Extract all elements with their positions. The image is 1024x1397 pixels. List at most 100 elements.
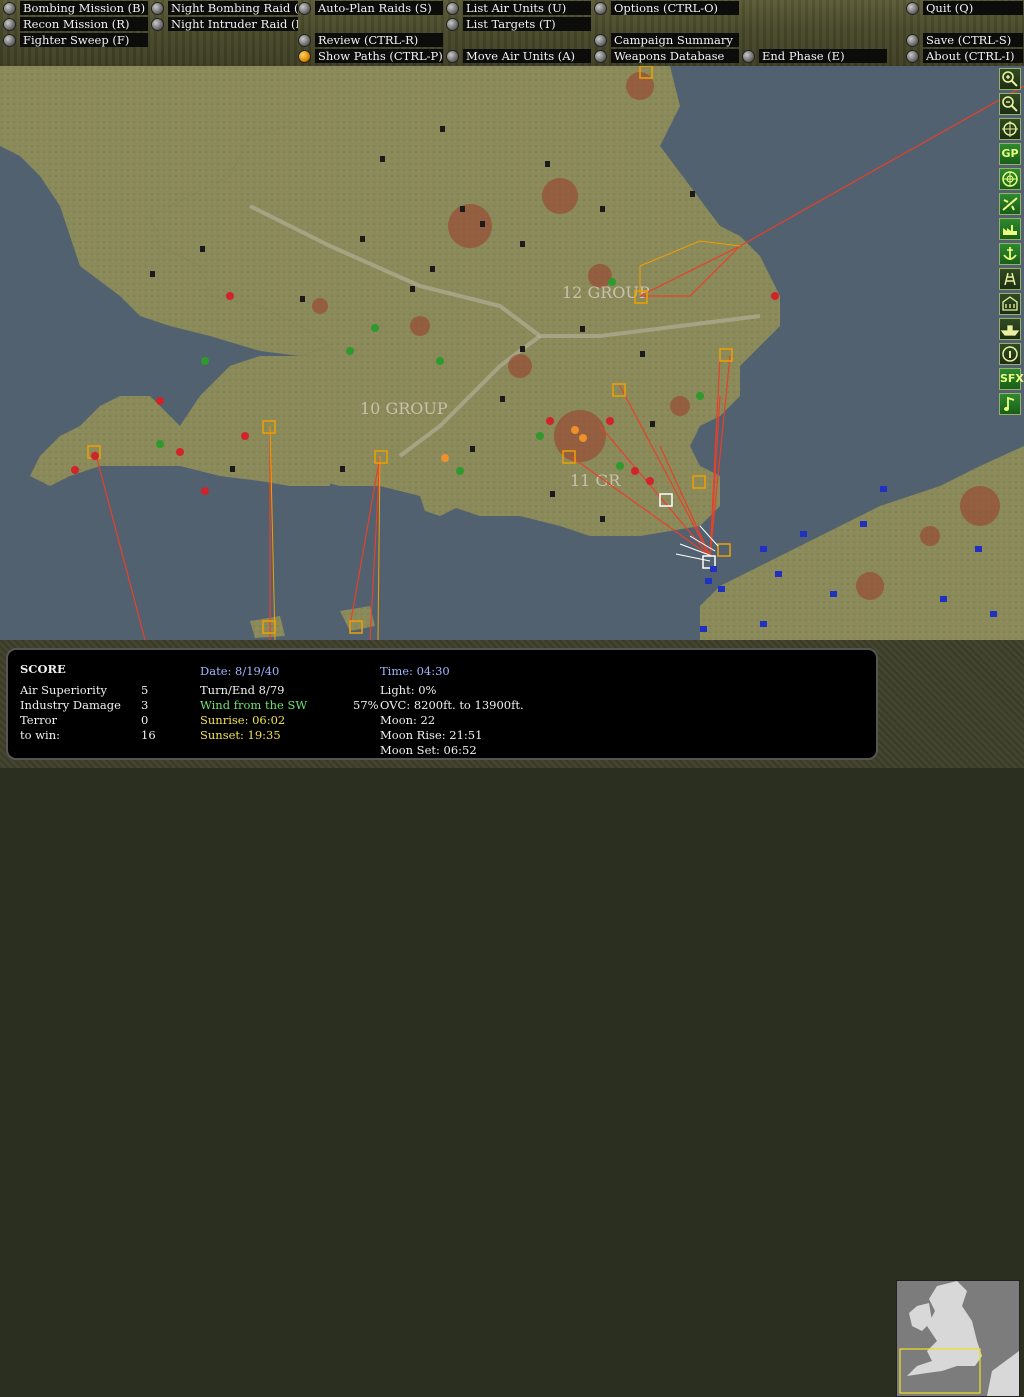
aircraft-icon: [1002, 197, 1018, 211]
anchor-icon: [1003, 247, 1017, 260]
save-button[interactable]: Save (CTRL-S): [906, 33, 1023, 47]
sfx-label: SFX: [1000, 372, 1024, 385]
fighter-sweep-button[interactable]: Fighter Sweep (F): [3, 33, 148, 47]
turn-text: Turn/End 8/79: [200, 683, 285, 697]
list-targets-label: List Targets (T): [463, 17, 591, 31]
quit-label: Quit (Q): [923, 1, 1023, 15]
city-toggle-button[interactable]: [999, 293, 1021, 315]
bombing-mission-label: Bombing Mission (B): [20, 1, 148, 15]
campaign-summary-label: Campaign Summary: [611, 33, 739, 47]
rail-toggle-button[interactable]: [999, 268, 1021, 290]
gp-toggle-button[interactable]: GP: [999, 143, 1021, 165]
campaign-map[interactable]: 12 GROUP 10 GROUP 11 GR: [0, 66, 1024, 640]
fighter-sweep-label: Fighter Sweep (F): [20, 33, 148, 47]
radar-icon: [1002, 171, 1018, 187]
list-air-units-label: List Air Units (U): [463, 1, 591, 15]
terror-label: Terror: [20, 713, 57, 727]
show-paths-button[interactable]: Show Paths (CTRL-P): [298, 49, 443, 63]
industry-damage-label: Industry Damage: [20, 698, 121, 712]
indicator-light-icon: [594, 1, 607, 15]
list-air-units-button[interactable]: List Air Units (U): [446, 1, 591, 15]
music-note-icon: [1004, 396, 1015, 411]
zoom-in-button[interactable]: [999, 68, 1021, 90]
status-area: SCORE Air Superiority 5 Industry Damage …: [0, 640, 1024, 1397]
light-text: Light: 0%: [380, 683, 437, 697]
options-label: Options (CTRL-O): [611, 1, 739, 15]
cloud-percent-text: 57%: [353, 698, 379, 712]
port-toggle-button[interactable]: [999, 243, 1021, 265]
end-phase-label: End Phase (E): [759, 49, 887, 63]
night-bombing-raid-label: Night Bombing Raid (N): [168, 1, 298, 15]
night-intruder-raid-button[interactable]: Night Intruder Raid (I): [151, 17, 298, 31]
indicator-light-icon: [906, 1, 919, 15]
move-air-units-button[interactable]: Move Air Units (A): [446, 49, 591, 63]
save-label: Save (CTRL-S): [923, 33, 1023, 47]
moon-text: Moon: 22: [380, 713, 436, 727]
crosshair-icon: [1002, 121, 1018, 137]
recon-mission-button[interactable]: Recon Mission (R): [3, 17, 148, 31]
to-win-value: 16: [141, 728, 156, 742]
weapons-database-label: Weapons Database: [611, 49, 739, 63]
zoom-out-button[interactable]: [999, 93, 1021, 115]
gp-label: GP: [1001, 147, 1019, 160]
music-toggle-button[interactable]: [999, 393, 1021, 415]
air-superiority-label: Air Superiority: [20, 683, 107, 697]
weapons-database-button[interactable]: Weapons Database: [594, 49, 739, 63]
auto-plan-raids-button[interactable]: Auto-Plan Raids (S): [298, 1, 443, 15]
indicator-light-icon: [594, 49, 607, 63]
campaign-summary-button[interactable]: Campaign Summary: [594, 33, 739, 47]
factory-toggle-button[interactable]: [999, 218, 1021, 240]
indicator-light-icon: [298, 33, 311, 47]
indicator-light-icon: [3, 1, 16, 15]
map-label-10-group: 10 GROUP: [360, 399, 448, 418]
about-button[interactable]: About (CTRL-I): [906, 49, 1023, 63]
sunset-text: Sunset: 19:35: [200, 728, 281, 742]
info-icon: [1002, 346, 1018, 362]
building-icon: [1002, 296, 1018, 311]
night-bombing-raid-button[interactable]: Night Bombing Raid (N): [151, 1, 298, 15]
quit-button[interactable]: Quit (Q): [906, 1, 1023, 15]
indicator-light-icon: [151, 1, 164, 15]
options-button[interactable]: Options (CTRL-O): [594, 1, 739, 15]
list-targets-button[interactable]: List Targets (T): [446, 17, 591, 31]
ship-toggle-button[interactable]: [999, 318, 1021, 340]
indicator-light-icon: [594, 33, 607, 47]
indicator-light-icon: [3, 17, 16, 31]
indicator-light-icon: [906, 33, 919, 47]
radar-toggle-button[interactable]: [999, 168, 1021, 190]
factory-icon: [1003, 225, 1017, 235]
menu-bar: Bombing Mission (B) Recon Mission (R) Fi…: [0, 0, 1024, 66]
date-text: Date: 8/19/40: [200, 664, 280, 678]
score-title: SCORE: [20, 662, 66, 676]
zoom-in-icon: [1002, 71, 1018, 87]
sunrise-text: Sunrise: 06:02: [200, 713, 286, 727]
show-paths-label: Show Paths (CTRL-P): [315, 49, 443, 63]
review-label: Review (CTRL-R): [315, 33, 443, 47]
indicator-light-icon: [906, 49, 919, 63]
auto-plan-raids-label: Auto-Plan Raids (S): [315, 1, 443, 15]
score-panel: SCORE Air Superiority 5 Industry Damage …: [6, 648, 878, 760]
rail-icon: [1004, 272, 1016, 286]
info-toggle-button[interactable]: [999, 343, 1021, 365]
bombing-mission-button[interactable]: Bombing Mission (B): [3, 1, 148, 15]
map-canvas[interactable]: 12 GROUP 10 GROUP 11 GR: [0, 66, 1024, 640]
indicator-light-on-icon: [298, 49, 311, 63]
to-win-label: to win:: [20, 728, 61, 742]
minimap-canvas[interactable]: [897, 1281, 1019, 1396]
indicator-light-icon: [3, 33, 16, 47]
aircraft-toggle-button[interactable]: [999, 193, 1021, 215]
industry-damage-value: 3: [141, 698, 149, 712]
minimap[interactable]: [896, 1280, 1020, 1397]
wind-text: Wind from the SW: [200, 698, 308, 712]
ship-icon: [1000, 325, 1020, 336]
terror-value: 0: [141, 713, 149, 727]
review-button[interactable]: Review (CTRL-R): [298, 33, 443, 47]
night-intruder-raid-label: Night Intruder Raid (I): [168, 17, 298, 31]
end-phase-button[interactable]: End Phase (E): [742, 49, 887, 63]
indicator-light-icon: [446, 17, 459, 31]
map-toolbar: GP SFX: [999, 68, 1024, 418]
sfx-toggle-button[interactable]: SFX: [999, 368, 1024, 390]
center-map-button[interactable]: [999, 118, 1021, 140]
indicator-light-icon: [298, 1, 311, 15]
moon-set-text: Moon Set: 06:52: [380, 743, 477, 757]
